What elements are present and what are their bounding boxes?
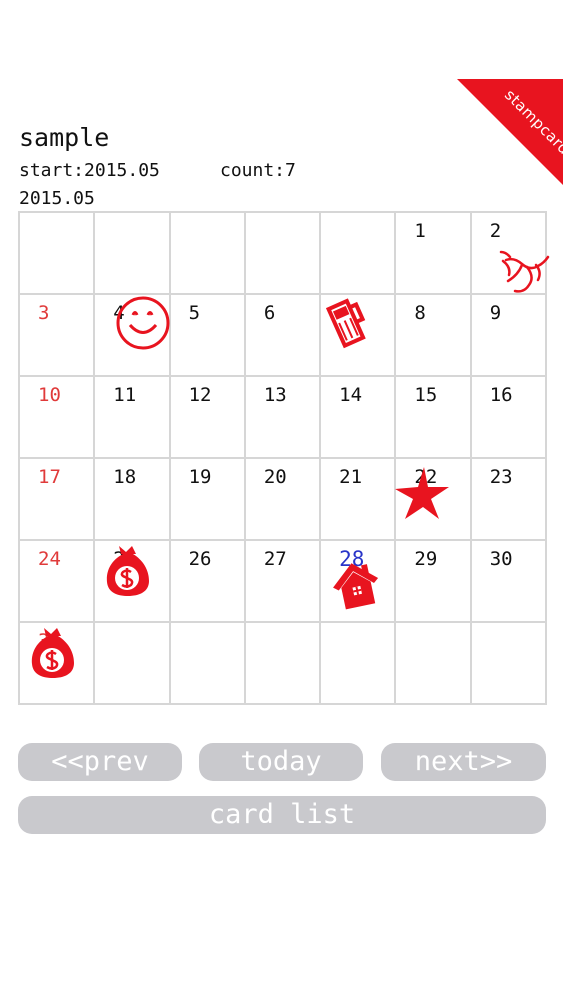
calendar-empty-cell (20, 213, 96, 295)
calendar-day-number: 24 (38, 548, 61, 570)
calendar-day-cell[interactable]: 29 (396, 541, 472, 623)
calendar-day-cell[interactable]: 7 (321, 295, 397, 377)
calendar-day-number: 19 (188, 466, 212, 488)
calendar-empty-cell (396, 623, 472, 705)
calendar-day-number: 31 (38, 630, 61, 652)
calendar-day-cell[interactable]: 25 (95, 541, 171, 623)
calendar-day-number: 22 (414, 466, 438, 488)
calendar-day-cell[interactable]: 28 (321, 541, 397, 623)
calendar-day-cell[interactable]: 24 (20, 541, 96, 623)
calendar-day-number: 27 (263, 548, 287, 570)
calendar-day-cell[interactable]: 4 (95, 295, 171, 377)
today-button[interactable]: today (199, 743, 363, 781)
calendar-day-cell[interactable]: 10 (20, 377, 96, 459)
prev-button[interactable]: <<prev (18, 743, 182, 781)
calendar-day-cell[interactable]: 1 (396, 213, 472, 295)
calendar-day-number: 13 (263, 384, 287, 406)
calendar-day-cell[interactable]: 13 (245, 377, 322, 459)
calendar-day-number: 8 (414, 302, 426, 324)
calendar-day-number: 20 (263, 466, 287, 488)
calendar-day-number: 12 (188, 384, 212, 406)
calendar-day-number: 9 (489, 302, 502, 324)
calendar-day-cell[interactable]: 11 (95, 377, 171, 459)
calendar-day-number: 11 (113, 384, 137, 406)
calendar-day-cell[interactable]: 9 (471, 295, 547, 377)
stampcard-ribbon: stampcard (457, 79, 563, 185)
calendar-empty-cell (321, 623, 397, 705)
calendar-day-cell[interactable]: 16 (471, 377, 547, 459)
calendar-day-cell[interactable]: 20 (245, 459, 322, 541)
calendar-day-number: 16 (489, 384, 513, 406)
calendar-grid: 1 2 3 4 5 6 7 8 9 10 11 12 13 14 15 16 17 18 19 20 21 22 23 24 2… (18, 211, 550, 705)
next-button[interactable]: next>> (381, 743, 546, 781)
card-title: sample (19, 123, 110, 152)
calendar-day-number: 18 (113, 466, 137, 488)
calendar-day-number: 3 (38, 302, 50, 324)
calendar-day-number: 25 (113, 548, 137, 570)
calendar-day-number: 17 (38, 466, 61, 488)
calendar-empty-cell (321, 213, 397, 295)
calendar-day-cell[interactable]: 19 (170, 459, 246, 541)
calendar-day-cell[interactable]: 17 (20, 459, 96, 541)
calendar-day-number: 10 (38, 384, 61, 406)
calendar-empty-cell (170, 623, 246, 705)
calendar-day-cell[interactable]: 31 (20, 623, 96, 705)
calendar-day-cell[interactable]: 14 (321, 377, 397, 459)
calendar-day-cell[interactable]: 2 (471, 213, 550, 297)
calendar-empty-cell (95, 623, 171, 705)
calendar-day-number: 23 (489, 466, 513, 488)
calendar-day-number: 26 (188, 548, 212, 570)
calendar-day-cell[interactable]: 23 (471, 459, 547, 541)
calendar-day-cell[interactable]: 8 (396, 295, 472, 377)
calendar-month: 2015.05 (19, 188, 95, 209)
calendar-day-number: 21 (339, 466, 363, 488)
calendar-day-cell[interactable]: 27 (245, 541, 322, 623)
calendar-day-cell[interactable]: 26 (170, 541, 246, 623)
calendar-empty-cell (245, 213, 322, 295)
calendar-day-number: 15 (414, 384, 438, 406)
calendar-day-number: 7 (339, 302, 351, 324)
card-count: count:7 (220, 160, 296, 181)
card-start: start:2015.05 (19, 160, 160, 181)
calendar-day-cell[interactable]: 3 (20, 295, 96, 377)
calendar-empty-cell (95, 213, 171, 295)
calendar-day-number: 1 (414, 220, 426, 242)
calendar-day-cell[interactable]: 21 (321, 459, 397, 541)
calendar-day-number: 30 (489, 548, 513, 570)
calendar-day-cell[interactable]: 22 (395, 459, 472, 541)
calendar-empty-cell (471, 623, 547, 705)
calendar-day-cell[interactable]: 6 (245, 295, 322, 377)
calendar-day-number: 14 (339, 384, 363, 406)
calendar-empty-cell (170, 213, 246, 295)
calendar-day-number: 6 (263, 302, 276, 324)
calendar-day-number: 28 (339, 547, 365, 571)
running-person-icon (498, 245, 550, 297)
calendar-day-cell[interactable]: 30 (471, 541, 547, 623)
card-list-button[interactable]: card list (18, 796, 546, 834)
calendar-day-cell[interactable]: 15 (396, 377, 472, 459)
calendar-day-number: 2 (489, 220, 502, 242)
calendar-day-cell[interactable]: 12 (170, 377, 246, 459)
calendar-day-cell[interactable]: 18 (95, 459, 171, 541)
calendar-day-number: 29 (414, 548, 438, 570)
calendar-day-number: 5 (188, 302, 201, 324)
calendar-day-cell[interactable]: 5 (170, 295, 246, 377)
calendar-day-number: 4 (113, 302, 125, 324)
calendar-empty-cell (245, 623, 322, 705)
